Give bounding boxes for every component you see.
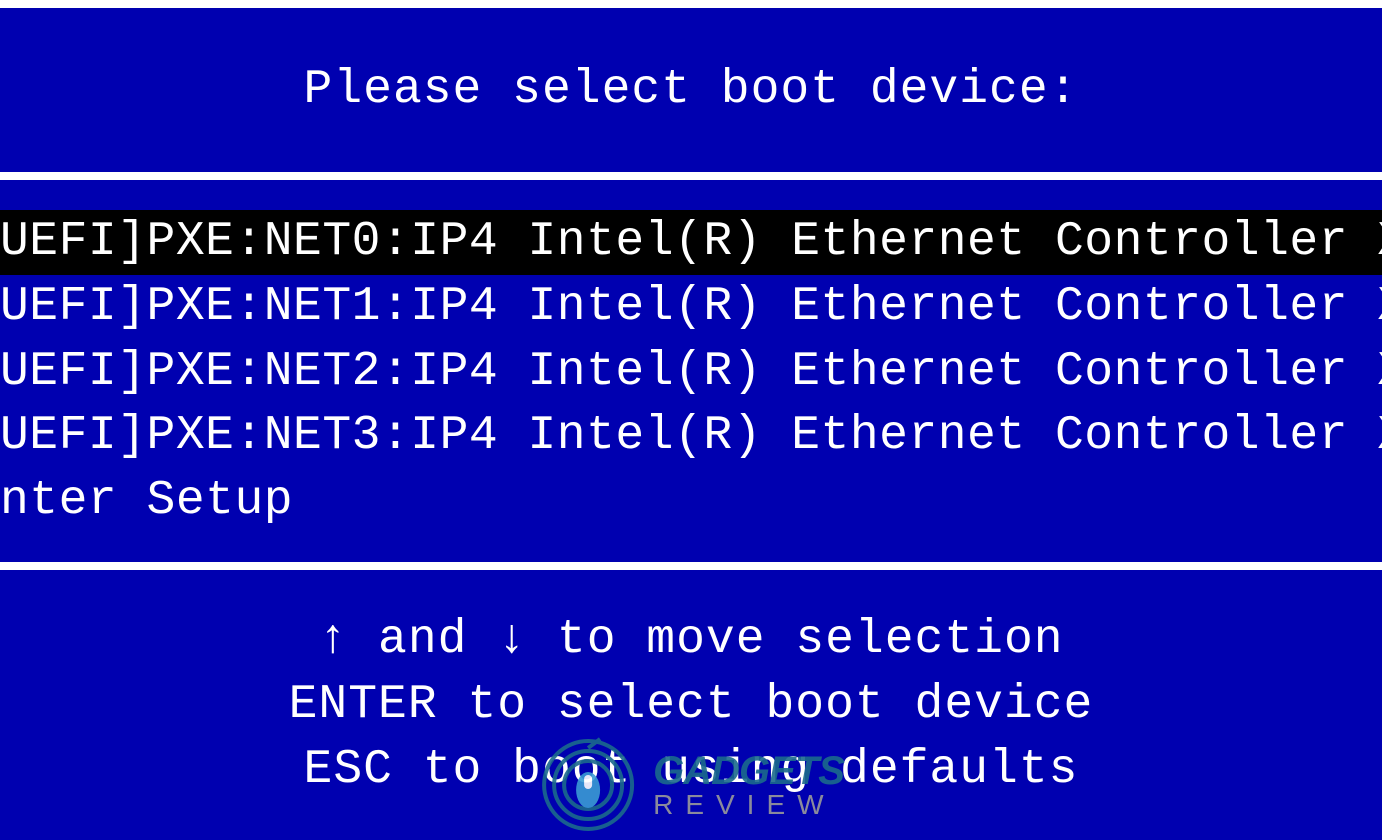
boot-item-net1[interactable]: UEFI]PXE:NET1:IP4 Intel(R) Ethernet Cont… — [0, 275, 1382, 340]
watermark-sub-text: REVIEW — [653, 789, 844, 821]
instruction-navigation: ↑ and ↓ to move selection — [0, 608, 1382, 673]
boot-menu: Please select boot device: UEFI]PXE:NET0… — [0, 0, 1382, 840]
up-arrow-icon: ↑ — [318, 613, 348, 667]
watermark-main-text: GADGETS — [653, 749, 844, 794]
menu-title: Please select boot device: — [0, 63, 1382, 117]
watermark-logo-icon — [538, 735, 638, 835]
instruction-select: ENTER to select boot device — [0, 673, 1382, 738]
title-section: Please select boot device: — [0, 8, 1382, 180]
watermark-text: GADGETS REVIEW — [653, 749, 844, 821]
instruction-text: to move selection — [527, 613, 1063, 667]
boot-item-net0[interactable]: UEFI]PXE:NET0:IP4 Intel(R) Ethernet Cont… — [0, 210, 1382, 275]
watermark: GADGETS REVIEW — [538, 735, 844, 835]
down-arrow-icon: ↓ — [497, 613, 527, 667]
boot-item-enter-setup[interactable]: nter Setup — [0, 469, 1382, 534]
boot-item-net2[interactable]: UEFI]PXE:NET2:IP4 Intel(R) Ethernet Cont… — [0, 340, 1382, 405]
instruction-text: and — [348, 613, 497, 667]
boot-device-list: UEFI]PXE:NET0:IP4 Intel(R) Ethernet Cont… — [0, 180, 1382, 570]
boot-item-net3[interactable]: UEFI]PXE:NET3:IP4 Intel(R) Ethernet Cont… — [0, 404, 1382, 469]
